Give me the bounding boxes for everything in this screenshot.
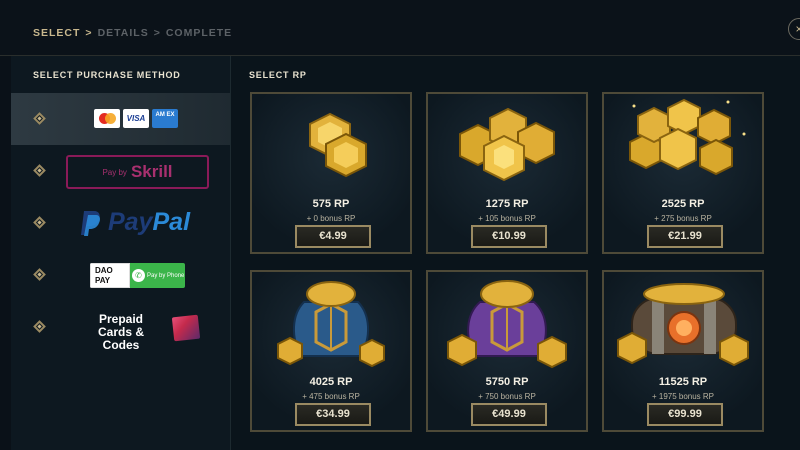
breadcrumb-complete: COMPLETE <box>165 27 233 39</box>
pay-by-phone-label: Pay by Phone <box>147 272 185 279</box>
rp-bonus: + 105 bonus RP <box>478 214 536 223</box>
price-button[interactable]: €99.99 <box>647 403 723 426</box>
paypal-pay: Pay <box>108 208 153 236</box>
paypal-icon <box>81 210 100 236</box>
rp-bonus: + 750 bonus RP <box>478 392 536 401</box>
rp-coins-pile-icon <box>459 107 555 182</box>
rp-amount: 2525 RP <box>661 198 705 210</box>
prepaid-label: Prepaid Cards & Codes <box>97 312 144 352</box>
rp-title: SELECT RP <box>249 70 307 80</box>
skrill-brand: Skrill <box>130 162 173 181</box>
radio-diamond-icon <box>33 320 46 333</box>
daopay-dao: DAO <box>95 266 113 275</box>
price-button[interactable]: €4.99 <box>295 225 371 248</box>
rp-package-card[interactable]: 2525 RP + 275 bonus RP €21.99 <box>602 92 764 254</box>
daopay-logo: DAO PAY ✆ Pay by Phone <box>90 263 185 288</box>
breadcrumb-select: SELECT <box>33 27 81 39</box>
rp-package-card[interactable]: 1275 RP + 105 bonus RP €10.99 <box>426 92 588 254</box>
radio-diamond-icon <box>33 112 46 125</box>
radio-diamond-icon <box>33 216 46 229</box>
rp-amount: 5750 RP <box>485 376 529 388</box>
rp-amount: 4025 RP <box>309 376 353 388</box>
rp-amount: 575 RP <box>312 198 350 210</box>
card-logos: VISA AM EX <box>94 109 178 128</box>
daopay-wordmark: DAO PAY <box>90 263 130 288</box>
rp-package-card[interactable]: 5750 RP + 750 bonus RP €49.99 <box>426 270 588 432</box>
rp-package-card[interactable]: 4025 RP + 475 bonus RP €34.99 <box>250 270 412 432</box>
amex-icon: AM EX <box>152 109 178 128</box>
paypal-logo: PayPal <box>80 208 190 237</box>
rp-panel: SELECT RP 575 RP + 0 bonus RP €4.99 1275… <box>230 56 800 450</box>
purchase-method-panel: SELECT PURCHASE METHOD VISA AM EX Pay by… <box>11 56 230 450</box>
method-prepaid[interactable]: Prepaid Cards & Codes <box>11 301 230 353</box>
rp-coins-stack-icon <box>629 98 746 176</box>
mastercard-icon <box>94 109 120 128</box>
breadcrumb-separator: > <box>85 27 93 39</box>
method-paypal[interactable]: PayPal <box>11 197 230 249</box>
breadcrumb: SELECT > DETAILS > COMPLETE <box>33 27 232 39</box>
paypal-pal: Pal <box>152 208 191 236</box>
rp-amount: 11525 RP <box>658 376 708 388</box>
rp-bonus: + 275 bonus RP <box>654 214 712 223</box>
rp-purple-bag-icon <box>447 280 567 369</box>
daopay-pay: PAY <box>95 276 111 285</box>
price-button[interactable]: €34.99 <box>295 403 371 426</box>
rp-chest-icon <box>617 283 749 367</box>
radio-diamond-icon <box>33 268 46 281</box>
pay-by-phone-badge: ✆ Pay by Phone <box>130 263 185 288</box>
radio-diamond-icon <box>33 164 46 177</box>
close-button[interactable]: × <box>788 18 800 40</box>
rp-bonus: + 475 bonus RP <box>302 392 360 401</box>
method-daopay[interactable]: DAO PAY ✆ Pay by Phone <box>11 249 230 301</box>
method-credit-card[interactable]: VISA AM EX <box>11 93 230 145</box>
breadcrumb-details: DETAILS <box>97 27 149 39</box>
rp-bonus: + 0 bonus RP <box>306 214 356 223</box>
rp-coins-small-icon <box>309 112 367 178</box>
price-button[interactable]: €10.99 <box>471 225 547 248</box>
prepaid-card-icon <box>171 314 201 342</box>
rp-blue-bag-icon <box>277 281 385 368</box>
price-button[interactable]: €49.99 <box>471 403 547 426</box>
price-button[interactable]: €21.99 <box>647 225 723 248</box>
rp-amount: 1275 RP <box>485 198 529 210</box>
breadcrumb-separator: > <box>153 27 161 39</box>
phone-icon: ✆ <box>132 269 145 282</box>
skrill-pay-by: Pay by <box>102 167 127 177</box>
top-bar: SELECT > DETAILS > COMPLETE × <box>0 0 800 56</box>
purchase-method-title: SELECT PURCHASE METHOD <box>33 70 181 80</box>
rp-package-card[interactable]: 575 RP + 0 bonus RP €4.99 <box>250 92 412 254</box>
rp-bonus: + 1975 bonus RP <box>651 392 715 401</box>
rp-package-card[interactable]: 11525 RP + 1975 bonus RP €99.99 <box>602 270 764 432</box>
skrill-logo: Pay by Skrill <box>66 155 209 189</box>
visa-icon: VISA <box>123 109 149 128</box>
method-skrill[interactable]: Pay by Skrill <box>11 145 230 197</box>
